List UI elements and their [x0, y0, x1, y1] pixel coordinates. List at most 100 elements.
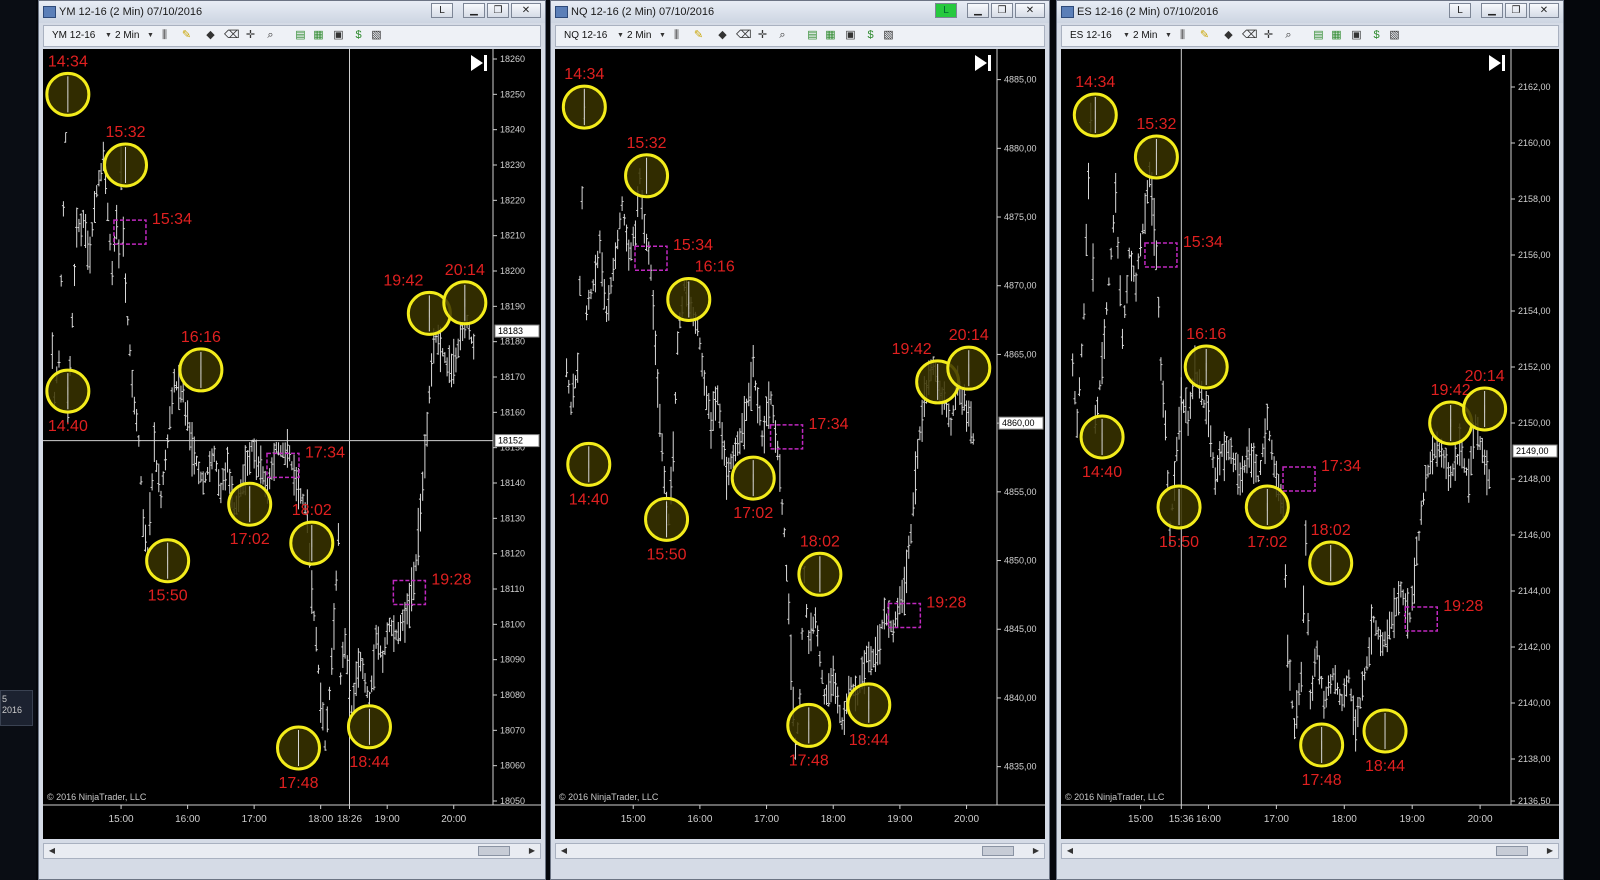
dollar-icon[interactable]: $	[352, 29, 365, 42]
scroll-left-icon[interactable]: ◀	[558, 845, 570, 857]
scroll-right-icon[interactable]: ▶	[1544, 845, 1556, 857]
price-chart[interactable]: 18260 18250 18240 18230 18220 18210 18200 18190…	[43, 49, 541, 839]
chart-window-es[interactable]: ES 12-16 (2 Min) 07/10/2016 L ▁ ❐ ✕ ES 12-16 ▼…	[1056, 0, 1564, 880]
interval-selector[interactable]: 2 Min	[115, 30, 139, 41]
maximize-icon[interactable]: ❐	[1505, 3, 1527, 18]
indicators-icon[interactable]: ▦	[1330, 29, 1343, 42]
crosshair-icon[interactable]: ✛	[1262, 29, 1275, 42]
maximize-icon[interactable]: ❐	[487, 3, 509, 18]
link-button[interactable]: L	[431, 3, 453, 18]
signal-box[interactable]	[1282, 466, 1316, 492]
y-tick-label: 18170	[500, 372, 525, 382]
chart-trader-icon[interactable]: ▣	[332, 29, 345, 42]
zoom-icon[interactable]: ⌕	[776, 29, 789, 42]
interval-selector[interactable]: 2 Min	[627, 30, 651, 41]
instrument-selector[interactable]: ES 12-16	[1070, 30, 1112, 41]
scroll-thumb[interactable]	[1496, 846, 1528, 856]
bar-type-icon[interactable]: ⫼	[1176, 29, 1189, 42]
strategy-icon[interactable]: ▤	[1312, 29, 1325, 42]
taskbar-tab[interactable]: 5 2016	[0, 690, 33, 726]
chart-panel[interactable]: 18260 18250 18240 18230 18220 18210 18200 18190…	[43, 49, 541, 839]
scroll-left-icon[interactable]: ◀	[46, 845, 58, 857]
y-tick-label: 2146,00	[1518, 530, 1551, 540]
link-button[interactable]: L	[1449, 3, 1471, 18]
chart-window-nq[interactable]: NQ 12-16 (2 Min) 07/10/2016 L ▁ ❐ ✕ NQ 12-16 ▼…	[550, 0, 1050, 880]
scroll-thumb[interactable]	[478, 846, 510, 856]
x-tick-label: 19:00	[1400, 814, 1425, 825]
properties-icon[interactable]: ▧	[1388, 29, 1401, 42]
interval-dropdown-icon[interactable]: ▼	[1162, 29, 1175, 42]
strategy-icon[interactable]: ▤	[806, 29, 819, 42]
chart-trader-icon[interactable]: ▣	[1350, 29, 1363, 42]
signal-box[interactable]	[1144, 242, 1178, 268]
chart-trader-icon[interactable]: ▣	[844, 29, 857, 42]
title-bar[interactable]: NQ 12-16 (2 Min) 07/10/2016 L ▁ ❐ ✕	[551, 1, 1049, 23]
price-chart[interactable]: 4885,00 4880,00 4875,00 4870,00 4865,00 4860,…	[555, 49, 1045, 839]
time-label: 17:34	[809, 416, 849, 433]
close-icon[interactable]: ✕	[1529, 3, 1559, 18]
instrument-selector[interactable]: NQ 12-16	[564, 30, 607, 41]
instrument-dropdown-icon[interactable]: ▼	[1120, 29, 1133, 42]
instrument-dropdown-icon[interactable]: ▼	[102, 29, 115, 42]
scroll-to-end-icon[interactable]	[1489, 55, 1505, 71]
scroll-to-end-icon[interactable]	[975, 55, 991, 71]
scroll-to-end-icon[interactable]	[471, 55, 487, 71]
drawing-tools-icon[interactable]: ✎	[1198, 29, 1211, 42]
crosshair-icon[interactable]: ✛	[756, 29, 769, 42]
horizontal-scrollbar[interactable]: ◀ ▶	[555, 843, 1045, 859]
close-icon[interactable]: ✕	[511, 3, 541, 18]
bar-type-icon[interactable]: ⫼	[158, 29, 171, 42]
time-label: 16:16	[695, 258, 735, 275]
drawing-tools-icon[interactable]: ✎	[180, 29, 193, 42]
time-label: 15:50	[1159, 534, 1199, 551]
indicators-icon[interactable]: ▦	[312, 29, 325, 42]
y-tick-label: 18060	[500, 761, 525, 771]
maximize-icon[interactable]: ❐	[991, 3, 1013, 18]
horizontal-scrollbar[interactable]: ◀ ▶	[1061, 843, 1559, 859]
instrument-dropdown-icon[interactable]: ▼	[614, 29, 627, 42]
zoom-icon[interactable]: ⌕	[264, 29, 277, 42]
link-button[interactable]: L	[935, 3, 957, 18]
scroll-right-icon[interactable]: ▶	[526, 845, 538, 857]
dollar-icon[interactable]: $	[1370, 29, 1383, 42]
crosshair-icon[interactable]: ✛	[244, 29, 257, 42]
title-bar[interactable]: YM 12-16 (2 Min) 07/10/2016 L ▁ ❐ ✕	[39, 1, 545, 23]
dollar-icon[interactable]: $	[864, 29, 877, 42]
interval-dropdown-icon[interactable]: ▼	[656, 29, 669, 42]
color-icon[interactable]: ◆	[204, 29, 217, 42]
minimize-icon[interactable]: ▁	[1481, 3, 1503, 18]
zoom-icon[interactable]: ⌕	[1282, 29, 1295, 42]
interval-selector[interactable]: 2 Min	[1133, 30, 1157, 41]
chart-window-ym[interactable]: YM 12-16 (2 Min) 07/10/2016 L ▁ ❐ ✕ YM 12-16 ▼…	[38, 0, 546, 880]
chart-panel[interactable]: 2162,00 2160,00 2158,00 2156,00 2154,00 2152,…	[1061, 49, 1559, 839]
drawing-tools-icon[interactable]: ✎	[692, 29, 705, 42]
instrument-selector[interactable]: YM 12-16	[52, 30, 95, 41]
horizontal-scrollbar[interactable]: ◀ ▶	[43, 843, 541, 859]
y-tick-label: 4855,00	[1004, 487, 1037, 497]
properties-icon[interactable]: ▧	[882, 29, 895, 42]
eraser-icon[interactable]: ⌫	[1242, 29, 1258, 42]
eraser-icon[interactable]: ⌫	[736, 29, 752, 42]
price-chart[interactable]: 2162,00 2160,00 2158,00 2156,00 2154,00 2152,…	[1061, 49, 1559, 839]
scroll-left-icon[interactable]: ◀	[1064, 845, 1076, 857]
scroll-thumb[interactable]	[982, 846, 1014, 856]
y-tick-label: 2140,00	[1518, 698, 1551, 708]
strategy-icon[interactable]: ▤	[294, 29, 307, 42]
title-bar[interactable]: ES 12-16 (2 Min) 07/10/2016 L ▁ ❐ ✕	[1057, 1, 1563, 23]
window-bottom-border	[551, 859, 1049, 879]
time-label: 15:32	[627, 135, 667, 152]
scroll-right-icon[interactable]: ▶	[1030, 845, 1042, 857]
close-icon[interactable]: ✕	[1015, 3, 1045, 18]
minimize-icon[interactable]: ▁	[463, 3, 485, 18]
properties-icon[interactable]: ▧	[370, 29, 383, 42]
indicators-icon[interactable]: ▦	[824, 29, 837, 42]
color-icon[interactable]: ◆	[1222, 29, 1235, 42]
color-icon[interactable]: ◆	[716, 29, 729, 42]
window-bottom-border	[1057, 859, 1563, 879]
bar-type-icon[interactable]: ⫼	[670, 29, 683, 42]
window-title: YM 12-16 (2 Min) 07/10/2016	[59, 6, 203, 18]
minimize-icon[interactable]: ▁	[967, 3, 989, 18]
interval-dropdown-icon[interactable]: ▼	[144, 29, 157, 42]
eraser-icon[interactable]: ⌫	[224, 29, 240, 42]
chart-panel[interactable]: 4885,00 4880,00 4875,00 4870,00 4865,00 4860,…	[555, 49, 1045, 839]
